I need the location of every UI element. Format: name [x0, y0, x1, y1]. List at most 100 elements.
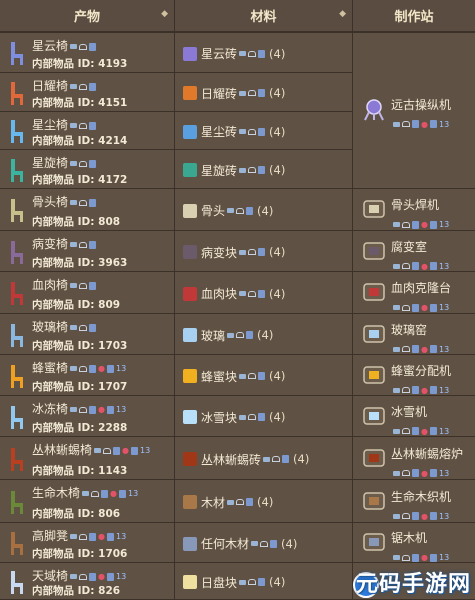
material-item[interactable]: 血肉块 (4): [183, 285, 285, 302]
ancient-manipulator-icon: [364, 98, 384, 120]
material-icon: [183, 452, 197, 466]
product-name[interactable]: 丛林蜥蜴椅 ● 13: [32, 441, 150, 458]
station-name: 骨头焊机: [391, 198, 440, 212]
product-cell[interactable]: 骨头椅 内部物品 ID: 808: [0, 189, 175, 230]
hammer-icon: [79, 324, 88, 331]
material-item[interactable]: 星旋砖 (4): [183, 162, 285, 179]
sort-icon: ◆: [161, 9, 168, 19]
id-badge-icon: 13: [128, 489, 139, 498]
crafting-station-icon: [363, 491, 385, 510]
station-item[interactable]: 骨头焊机 ● 13: [361, 196, 449, 233]
product-cell[interactable]: 日耀椅 内部物品 ID: 4151: [0, 73, 175, 111]
product-name[interactable]: 玻璃椅: [32, 318, 97, 335]
wrench-icon: [258, 578, 266, 586]
product-name[interactable]: 血肉椅: [32, 276, 97, 293]
material-icon: [183, 124, 197, 139]
chair-icon: [11, 120, 23, 143]
material-item[interactable]: 日耀砖 (4): [183, 85, 285, 102]
product-name[interactable]: 骨头椅: [32, 193, 97, 210]
column-header-product[interactable]: 产物 ◆: [0, 0, 175, 33]
block-icon: [107, 405, 114, 414]
product-cell[interactable]: 冰冻椅 ● 13 内部物品 ID: 2288: [0, 396, 175, 436]
pickaxe-icon: [70, 84, 78, 89]
heart-icon: ●: [421, 426, 428, 436]
hammer-icon: [248, 50, 257, 57]
station-cell: 丛林蜥蜴熔炉 ● 13: [353, 437, 475, 479]
table-row: 冰冻椅 ● 13 内部物品 ID: 2288 冰雪块 (4) 冰雪机 ● 13: [0, 396, 475, 437]
material-name: 冰雪块: [201, 410, 238, 425]
material-item[interactable]: 日盘块 (4): [183, 574, 285, 591]
product-cell[interactable]: 星旋椅 内部物品 ID: 4172: [0, 150, 175, 188]
hammer-icon: [248, 579, 257, 585]
hammer-icon: [248, 249, 257, 255]
hammer-icon: [272, 456, 281, 462]
product-cell[interactable]: 天域椅 ● 13 内部物品 ID: 826: [0, 563, 175, 599]
station-item[interactable]: 远古操纵机 ● 13: [361, 96, 451, 133]
product-cell[interactable]: 生命木椅 ● 13 内部物品 ID: 806: [0, 480, 175, 522]
station-item[interactable]: 冰雪机 ● 13: [361, 403, 449, 440]
station-cell: 蜂蜜分配机 ● 13: [353, 355, 475, 395]
material-icon: [183, 575, 197, 589]
pickaxe-icon: [251, 541, 259, 546]
hammer-icon: [79, 573, 88, 580]
product-name[interactable]: 高脚凳 ● 13: [32, 527, 126, 544]
material-item[interactable]: 木材 (4): [183, 494, 273, 511]
materials-cell: 丛林蜥蜴砖 (4): [175, 437, 353, 479]
product-cell[interactable]: 星云椅 内部物品 ID: 4193: [0, 33, 175, 72]
chair-icon: [11, 447, 23, 471]
material-item[interactable]: 病变块 (4): [183, 244, 285, 261]
column-header-station[interactable]: 制作站: [353, 0, 475, 33]
materials-cell: 木材 (4): [175, 480, 353, 522]
product-cell[interactable]: 星尘椅 内部物品 ID: 4214: [0, 112, 175, 149]
product-cell[interactable]: 蜂蜜椅 ● 13 内部物品 ID: 1707: [0, 355, 175, 395]
hammer-icon: [402, 470, 410, 476]
material-name: 星云砖: [201, 47, 238, 61]
product-name[interactable]: 日耀椅: [32, 77, 97, 94]
table-row: 蜂蜜椅 ● 13 内部物品 ID: 1707 蜂蜜块 (4) 蜂蜜分配机 ● 13: [0, 355, 475, 396]
station-item[interactable]: 锯木机 ● 13: [361, 529, 449, 566]
product-name[interactable]: 星云椅: [32, 37, 97, 54]
block-icon: [429, 512, 437, 520]
material-item[interactable]: 任何木材 (4): [183, 535, 297, 552]
station-item[interactable]: 血肉克隆台 ● 13: [361, 279, 451, 316]
item-id: 内部物品 ID: 2288: [32, 422, 128, 434]
material-item[interactable]: 冰雪块 (4): [183, 409, 285, 426]
product-cell[interactable]: 玻璃椅 内部物品 ID: 1703: [0, 314, 175, 354]
material-item[interactable]: 骨头 (4): [183, 202, 273, 219]
station-item[interactable]: 生命木织机 ● 13: [361, 488, 451, 525]
hammer-icon: [79, 43, 88, 50]
material-count: (4): [257, 328, 274, 342]
column-header-materials[interactable]: 材料 ◆: [175, 0, 353, 33]
station-item[interactable]: 蜂蜜分配机 ● 13: [361, 362, 451, 399]
pickaxe-icon: [239, 129, 247, 134]
table-row: 丛林蜥蜴椅 ● 13 内部物品 ID: 1143 丛林蜥蜴砖 (4) 丛林蜥蜴熔炉 ● 13: [0, 437, 475, 480]
pickaxe-icon: [70, 44, 78, 49]
item-id: 内部物品 ID: 1706: [32, 548, 128, 560]
station-item[interactable]: 玻璃窑 ● 13: [361, 321, 449, 358]
product-name[interactable]: 星旋椅: [32, 154, 97, 171]
material-item[interactable]: 星尘砖 (4): [183, 123, 285, 140]
product-name[interactable]: 星尘椅: [32, 116, 97, 133]
hammer-icon: [79, 241, 88, 248]
chair-icon: [11, 240, 23, 264]
product-name[interactable]: 天域椅 ● 13: [32, 567, 126, 584]
material-item[interactable]: 蜂蜜块 (4): [183, 368, 285, 385]
product-name[interactable]: 生命木椅 ● 13: [32, 484, 138, 501]
product-cell[interactable]: 高脚凳 ● 13 内部物品 ID: 1706: [0, 523, 175, 562]
station-item[interactable]: 腐变室 ● 13: [361, 238, 449, 275]
material-item[interactable]: 丛林蜥蜴砖 (4): [183, 451, 309, 468]
material-item[interactable]: 玻璃 (4): [183, 327, 273, 344]
product-cell[interactable]: 血肉椅 内部物品 ID: 809: [0, 272, 175, 313]
station-cell: 腐变室 ● 13: [353, 231, 475, 271]
product-name[interactable]: 蜂蜜椅 ● 13: [32, 359, 126, 376]
heart-icon: ●: [421, 261, 428, 271]
product-name[interactable]: 病变椅: [32, 235, 97, 252]
wrench-icon: [270, 539, 278, 548]
station-item[interactable]: 丛林蜥蜴熔炉 ● 13: [361, 445, 463, 482]
product-cell[interactable]: 病变椅 内部物品 ID: 3963: [0, 231, 175, 271]
station-name: 血肉克隆台: [391, 281, 452, 295]
product-name[interactable]: 冰冻椅 ● 13: [32, 400, 126, 417]
block-icon: [429, 303, 437, 312]
material-item[interactable]: 星云砖 (4): [183, 45, 285, 62]
product-cell[interactable]: 丛林蜥蜴椅 ● 13 内部物品 ID: 1143: [0, 437, 175, 479]
